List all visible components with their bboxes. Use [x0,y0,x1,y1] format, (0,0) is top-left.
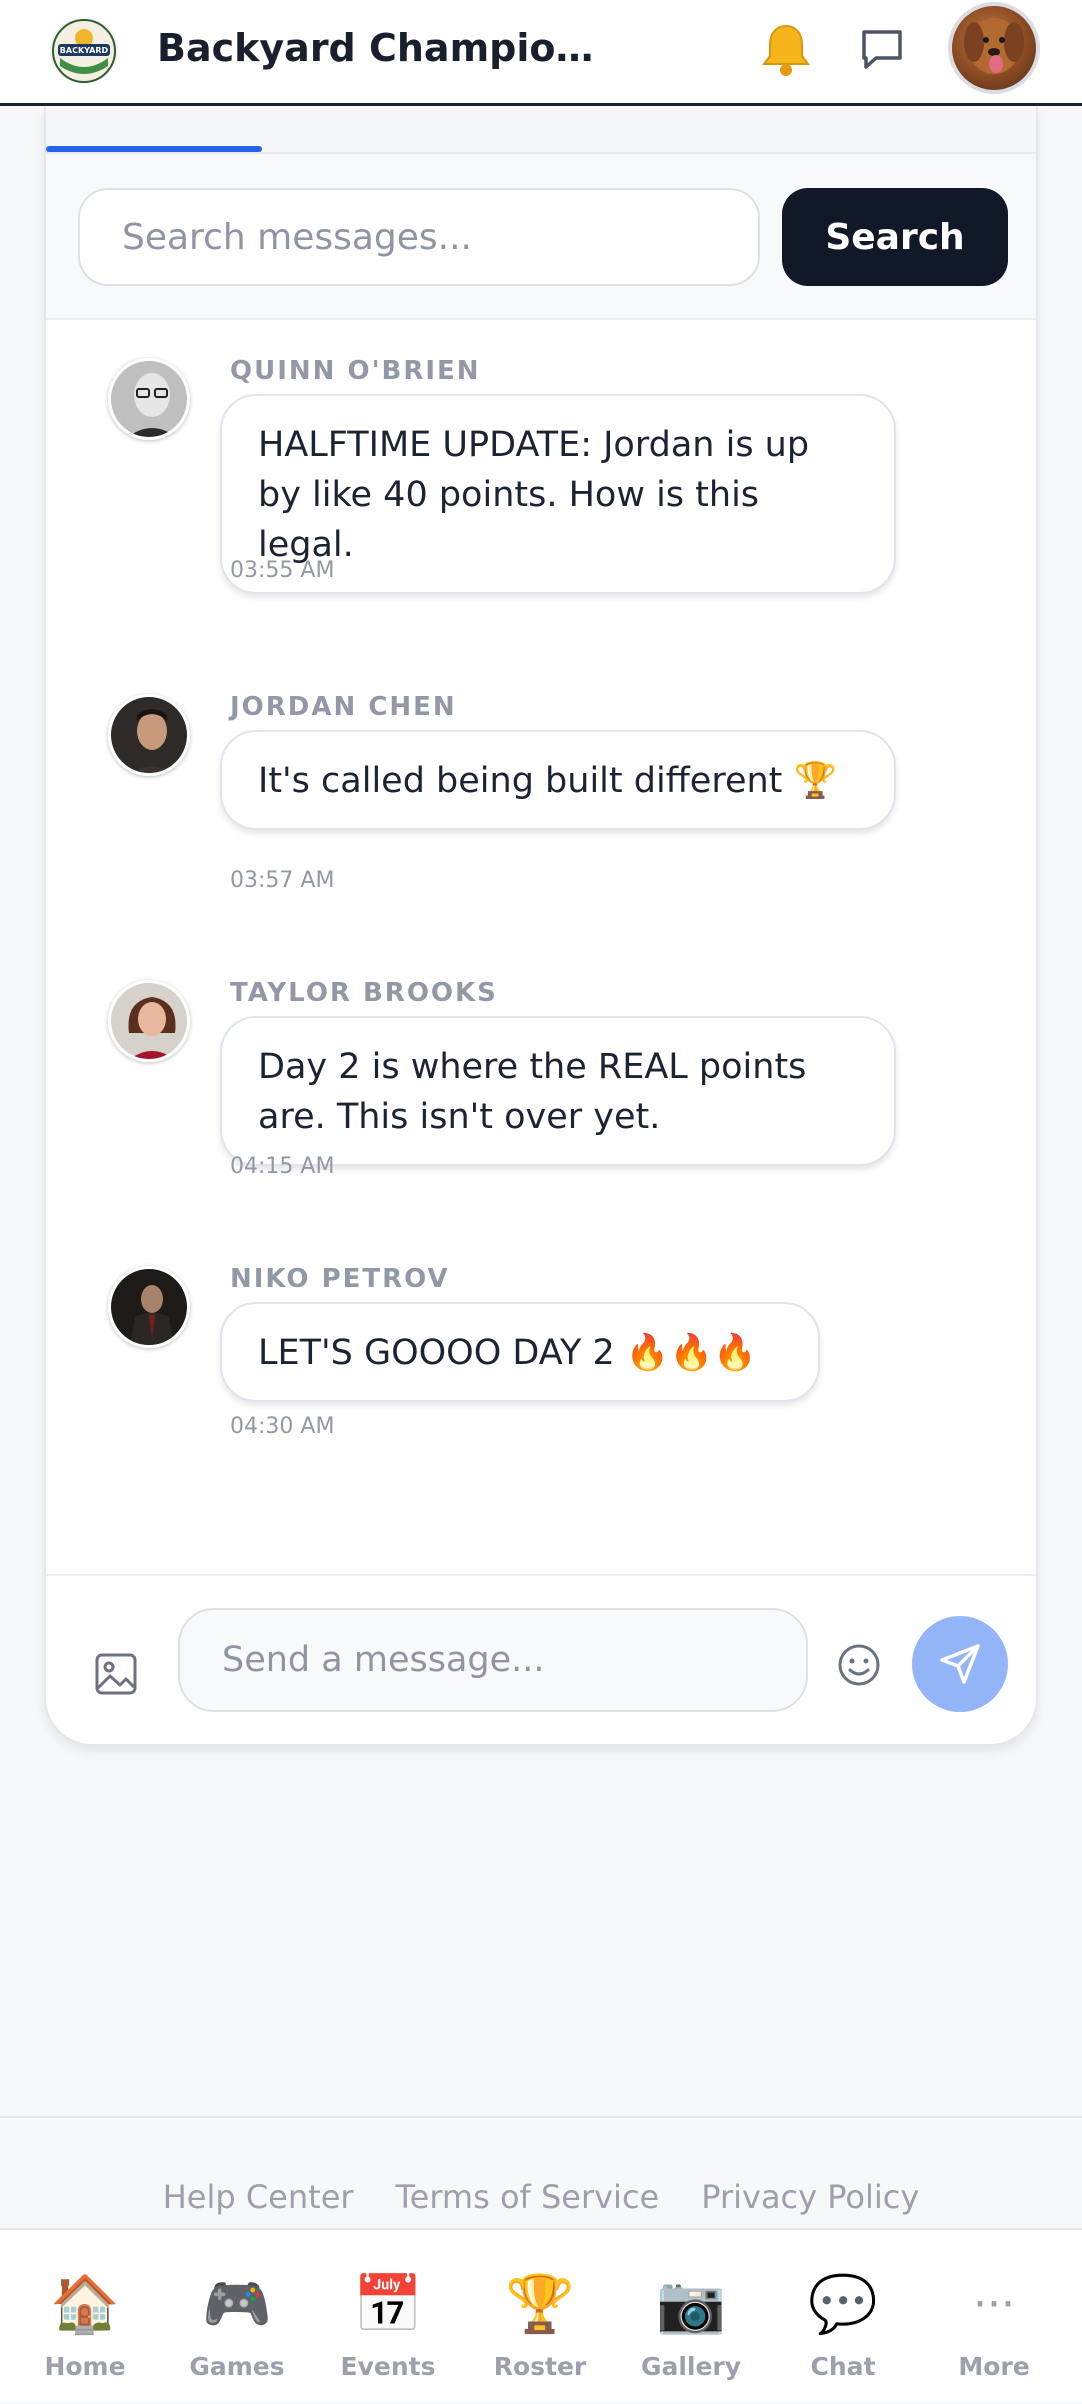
privacy-policy-link[interactable]: Privacy Policy [701,2178,919,2216]
nav-label: Chat [810,2352,876,2381]
message-composer [46,1574,1036,1744]
send-button[interactable] [912,1616,1008,1712]
message-item: QUINN O'BRIEN HALFTIME UPDATE: Jordan is… [46,356,1036,594]
nav-label: Events [340,2352,436,2381]
nav-item-more[interactable]: ··· More [919,2230,1069,2404]
nav-label: More [958,2352,1030,2381]
calendar-icon: 📅 [353,2272,423,2337]
nav-item-chat[interactable]: 💬 Chat [768,2230,918,2404]
active-tab-indicator [46,146,262,152]
message-timestamp: 04:15 AM [230,1154,335,1179]
message-bubble: Day 2 is where the REAL points are. This… [220,1016,896,1166]
message-timestamp: 04:30 AM [230,1414,335,1439]
emoji-icon[interactable] [836,1642,882,1688]
app-title: Backyard Champio… [157,26,594,70]
user-avatar[interactable] [948,2,1040,94]
search-bar: Search [46,154,1036,320]
message-author: TAYLOR BROOKS [230,978,498,1008]
nav-item-games[interactable]: 🎮 Games [162,2230,312,2404]
message-item: JORDAN CHEN It's called being built diff… [46,692,1036,893]
message-timestamp: 03:57 AM [230,868,335,893]
chat-card: Search QUINN O'BRIEN HALFTIME UPDATE: Jo… [44,106,1038,1746]
message-bubble: LET'S GOOOO DAY 2 🔥🔥🔥 [220,1302,820,1402]
message-bubble: It's called being built different 🏆 [220,730,896,830]
more-dots-icon: ··· [973,2279,1015,2330]
message-author: JORDAN CHEN [230,692,457,722]
send-icon [940,1644,980,1684]
nav-item-events[interactable]: 📅 Events [313,2230,463,2404]
speech-bubble-icon: 💬 [808,2272,878,2337]
help-center-link[interactable]: Help Center [163,2178,354,2216]
home-icon: 🏠 [50,2272,120,2337]
search-button[interactable]: Search [782,188,1008,286]
search-input[interactable] [78,188,760,286]
nav-item-roster[interactable]: 🏆 Roster [465,2230,615,2404]
message-author: NIKO PETROV [230,1264,450,1294]
tab-strip [46,106,1036,154]
game-controller-icon: 🎮 [202,2272,272,2337]
bottom-nav: 🏠 Home 🎮 Games 📅 Events 🏆 Roster 📷 Galle… [0,2228,1082,2402]
nav-item-gallery[interactable]: 📷 Gallery [616,2230,766,2404]
nav-label: Home [44,2352,126,2381]
avatar[interactable] [108,1266,190,1348]
nav-label: Games [189,2352,285,2381]
message-input[interactable] [178,1608,808,1712]
message-item: NIKO PETROV LET'S GOOOO DAY 2 🔥🔥🔥 04:30 … [46,1264,1036,1439]
svg-text:BACKYARD: BACKYARD [60,46,109,55]
footer-divider [0,2116,1082,2118]
footer-links: Help Center Terms of Service Privacy Pol… [0,2178,1082,2216]
avatar[interactable] [108,358,190,440]
nav-item-home[interactable]: 🏠 Home [10,2230,160,2404]
avatar[interactable] [108,980,190,1062]
camera-icon: 📷 [656,2272,726,2337]
chat-bubble-icon[interactable] [856,24,908,76]
message-item: TAYLOR BROOKS Day 2 is where the REAL po… [46,978,1036,1179]
terms-of-service-link[interactable]: Terms of Service [396,2178,660,2216]
image-upload-icon[interactable] [94,1652,138,1696]
avatar[interactable] [108,694,190,776]
top-bar: BACKYARD Backyard Champio… [0,0,1082,106]
message-timestamp: 03:55 AM [230,558,335,583]
app-logo[interactable]: BACKYARD [50,18,118,84]
nav-label: Roster [493,2352,587,2381]
nav-label: Gallery [640,2352,742,2381]
message-author: QUINN O'BRIEN [230,356,481,386]
bell-icon[interactable] [756,20,816,80]
trophy-icon: 🏆 [505,2272,575,2337]
